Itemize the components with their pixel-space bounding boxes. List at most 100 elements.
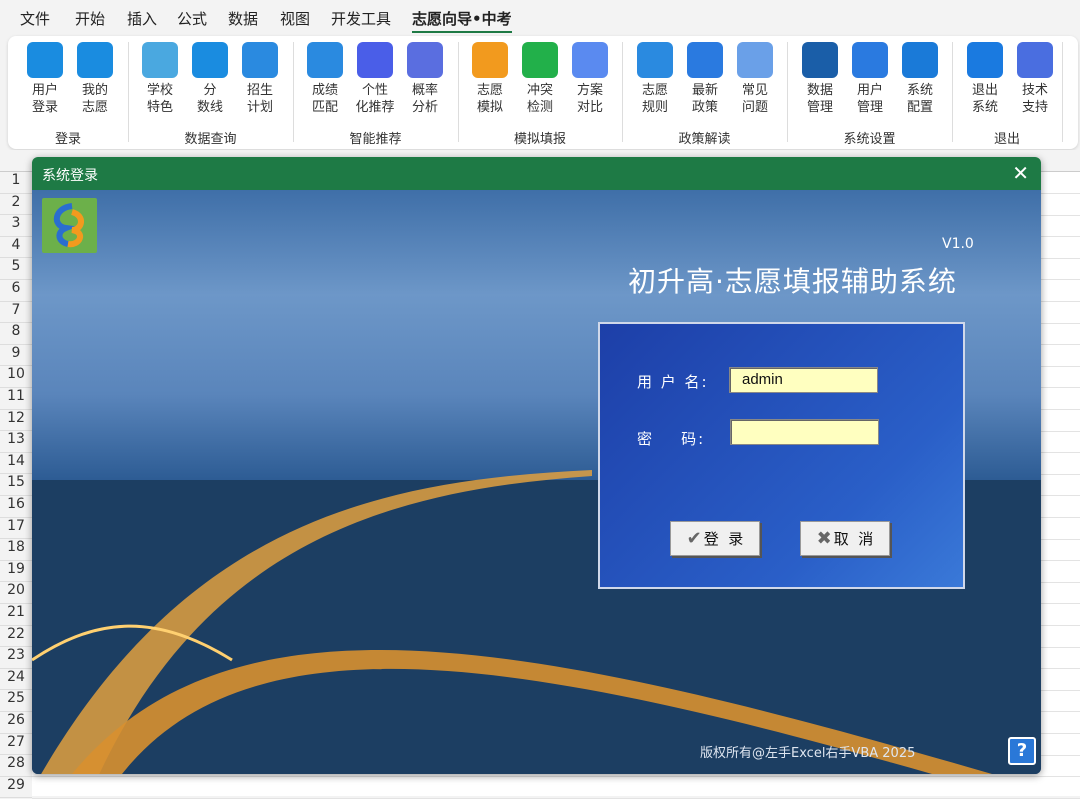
tab-1[interactable]: 开始 — [75, 8, 105, 29]
login-button[interactable]: ✔ 登 录 — [670, 521, 760, 556]
ribbon-button-学校特色[interactable]: 学校 特色 — [135, 42, 185, 116]
rules-icon — [637, 42, 673, 78]
dialog-body: V1.0 初升高·志愿填报辅助系统 用 户 名: admin 密 码: ✔ 登 … — [32, 190, 1041, 774]
ribbon-button-方案对比[interactable]: 方案 对比 — [565, 42, 615, 116]
row-header[interactable]: 17 — [0, 517, 32, 540]
ribbon-button-常见问题[interactable]: 常见 问题 — [730, 42, 780, 116]
button-label-line1: 用户 — [856, 83, 883, 98]
button-label-line2: 政策 — [691, 100, 718, 115]
row-header[interactable]: 5 — [0, 258, 32, 280]
button-label-line2: 特色 — [146, 100, 173, 115]
database-gear-icon — [802, 42, 838, 78]
row-header[interactable]: 18 — [0, 539, 32, 561]
ribbon-button-招生计划[interactable]: 招生 计划 — [235, 42, 285, 116]
row-header[interactable]: 29 — [0, 776, 32, 799]
question-icon — [737, 42, 773, 78]
row-header[interactable]: 22 — [0, 625, 32, 648]
score-checklist-icon — [307, 42, 343, 78]
button-label-line1: 我的 — [81, 83, 108, 98]
button-label-line1: 常见 — [741, 83, 768, 98]
ribbon-button-用户登录[interactable]: 用户 登录 — [20, 42, 70, 116]
button-label-line1: 学校 — [146, 83, 173, 98]
group-label: 政策解读 — [678, 132, 731, 147]
tab-0[interactable]: 文件 — [20, 8, 50, 29]
tab-3[interactable]: 公式 — [177, 8, 207, 29]
row-header[interactable]: 15 — [0, 474, 32, 496]
score-line-icon — [192, 42, 228, 78]
ribbon-button-志愿模拟[interactable]: 志愿 模拟 — [465, 42, 515, 116]
group-separator — [622, 42, 623, 142]
ribbon-button-最新政策[interactable]: 最新 政策 — [680, 42, 730, 116]
row-header[interactable]: 11 — [0, 388, 32, 410]
row-header[interactable]: 8 — [0, 323, 32, 345]
tab-4[interactable]: 数据 — [228, 8, 258, 29]
tab-7[interactable]: 志愿向导•中考 — [412, 8, 512, 33]
row-header[interactable]: 6 — [0, 280, 32, 302]
edit-form-icon — [472, 42, 508, 78]
row-header[interactable]: 10 — [0, 366, 32, 388]
app-title: 初升高·志愿填报辅助系统 — [628, 265, 957, 298]
group-separator — [952, 42, 953, 142]
group-label: 数据查询 — [184, 132, 237, 147]
row-header[interactable]: 12 — [0, 409, 32, 432]
x-icon: ✖ — [816, 528, 832, 549]
ribbon-button-技术支持[interactable]: 技术 支持 — [1010, 42, 1060, 116]
row-header[interactable]: 26 — [0, 712, 32, 734]
ribbon-button-分数线[interactable]: 分数线 — [185, 42, 235, 116]
group-label: 退出 — [993, 132, 1020, 147]
ribbon-button-系统配置[interactable]: 系统 配置 — [895, 42, 945, 116]
button-label-line1: 方案 — [576, 83, 603, 98]
notebook-icon — [242, 42, 278, 78]
button-label-line2: 数线 — [196, 100, 223, 115]
button-label-line1: 冲突 — [526, 83, 553, 98]
group-separator — [128, 42, 129, 142]
group-separator — [1062, 42, 1063, 142]
row-header[interactable]: 3 — [0, 215, 32, 237]
row-header[interactable]: 1 — [0, 172, 32, 194]
password-input[interactable] — [730, 419, 879, 445]
username-input[interactable]: admin — [729, 367, 878, 393]
ribbon-button-退出系统[interactable]: 退出 系统 — [960, 42, 1010, 116]
cancel-button[interactable]: ✖ 取 消 — [800, 521, 890, 556]
ribbon-button-数据管理[interactable]: 数据 管理 — [795, 42, 845, 116]
row-header[interactable]: 25 — [0, 690, 32, 712]
button-label-line2: 管理 — [806, 100, 833, 115]
row-header[interactable]: 23 — [0, 647, 32, 669]
ribbon-button-成绩匹配[interactable]: 成绩 匹配 — [300, 42, 350, 116]
ribbon-button-个性化推荐[interactable]: 个性 化推荐 — [350, 42, 400, 116]
row-header[interactable]: 9 — [0, 344, 32, 367]
ribbon-button-我的志愿[interactable]: 我的 志愿 — [70, 42, 120, 116]
row-header[interactable]: 28 — [0, 755, 32, 777]
ribbon-button-用户管理[interactable]: 用户 管理 — [845, 42, 895, 116]
row-header[interactable]: 13 — [0, 431, 32, 453]
row-header[interactable]: 20 — [0, 582, 32, 604]
row-header[interactable]: 19 — [0, 560, 32, 583]
row-header[interactable]: 27 — [0, 733, 32, 756]
group-label: 模拟填报 — [513, 132, 566, 147]
button-label-line2: 分析 — [411, 100, 438, 115]
row-header[interactable]: 4 — [0, 236, 32, 259]
tab-6[interactable]: 开发工具 — [331, 8, 391, 29]
row-header[interactable]: 7 — [0, 301, 32, 324]
ribbon-button-冲突检测[interactable]: 冲突 检测 — [515, 42, 565, 116]
tab-5[interactable]: 视图 — [280, 8, 310, 29]
button-label-line1: 数据 — [806, 83, 833, 98]
row-header[interactable]: 21 — [0, 604, 32, 626]
ribbon-tabs: 文件 开始 插入 公式 数据 视图 开发工具 志愿向导•中考 — [0, 0, 1080, 36]
button-label-line1: 志愿 — [476, 83, 503, 98]
button-label-line2: 匹配 — [311, 100, 338, 115]
dialog-title: 系统登录 — [42, 168, 98, 184]
logout-icon — [967, 42, 1003, 78]
ribbon-button-概率分析[interactable]: 概率 分析 — [400, 42, 450, 116]
app-logo — [42, 198, 97, 253]
row-header[interactable]: 16 — [0, 496, 32, 518]
tab-2[interactable]: 插入 — [127, 8, 157, 29]
help-button[interactable]: ? — [1008, 737, 1036, 765]
row-header[interactable]: 24 — [0, 668, 32, 691]
close-icon[interactable]: ✕ — [1012, 161, 1029, 185]
ribbon-button-志愿规则[interactable]: 志愿 规则 — [630, 42, 680, 116]
button-label-line2: 问题 — [741, 100, 768, 115]
row-header[interactable]: 2 — [0, 193, 32, 216]
row-header[interactable]: 14 — [0, 452, 32, 475]
button-label-line2: 支持 — [1021, 100, 1048, 115]
